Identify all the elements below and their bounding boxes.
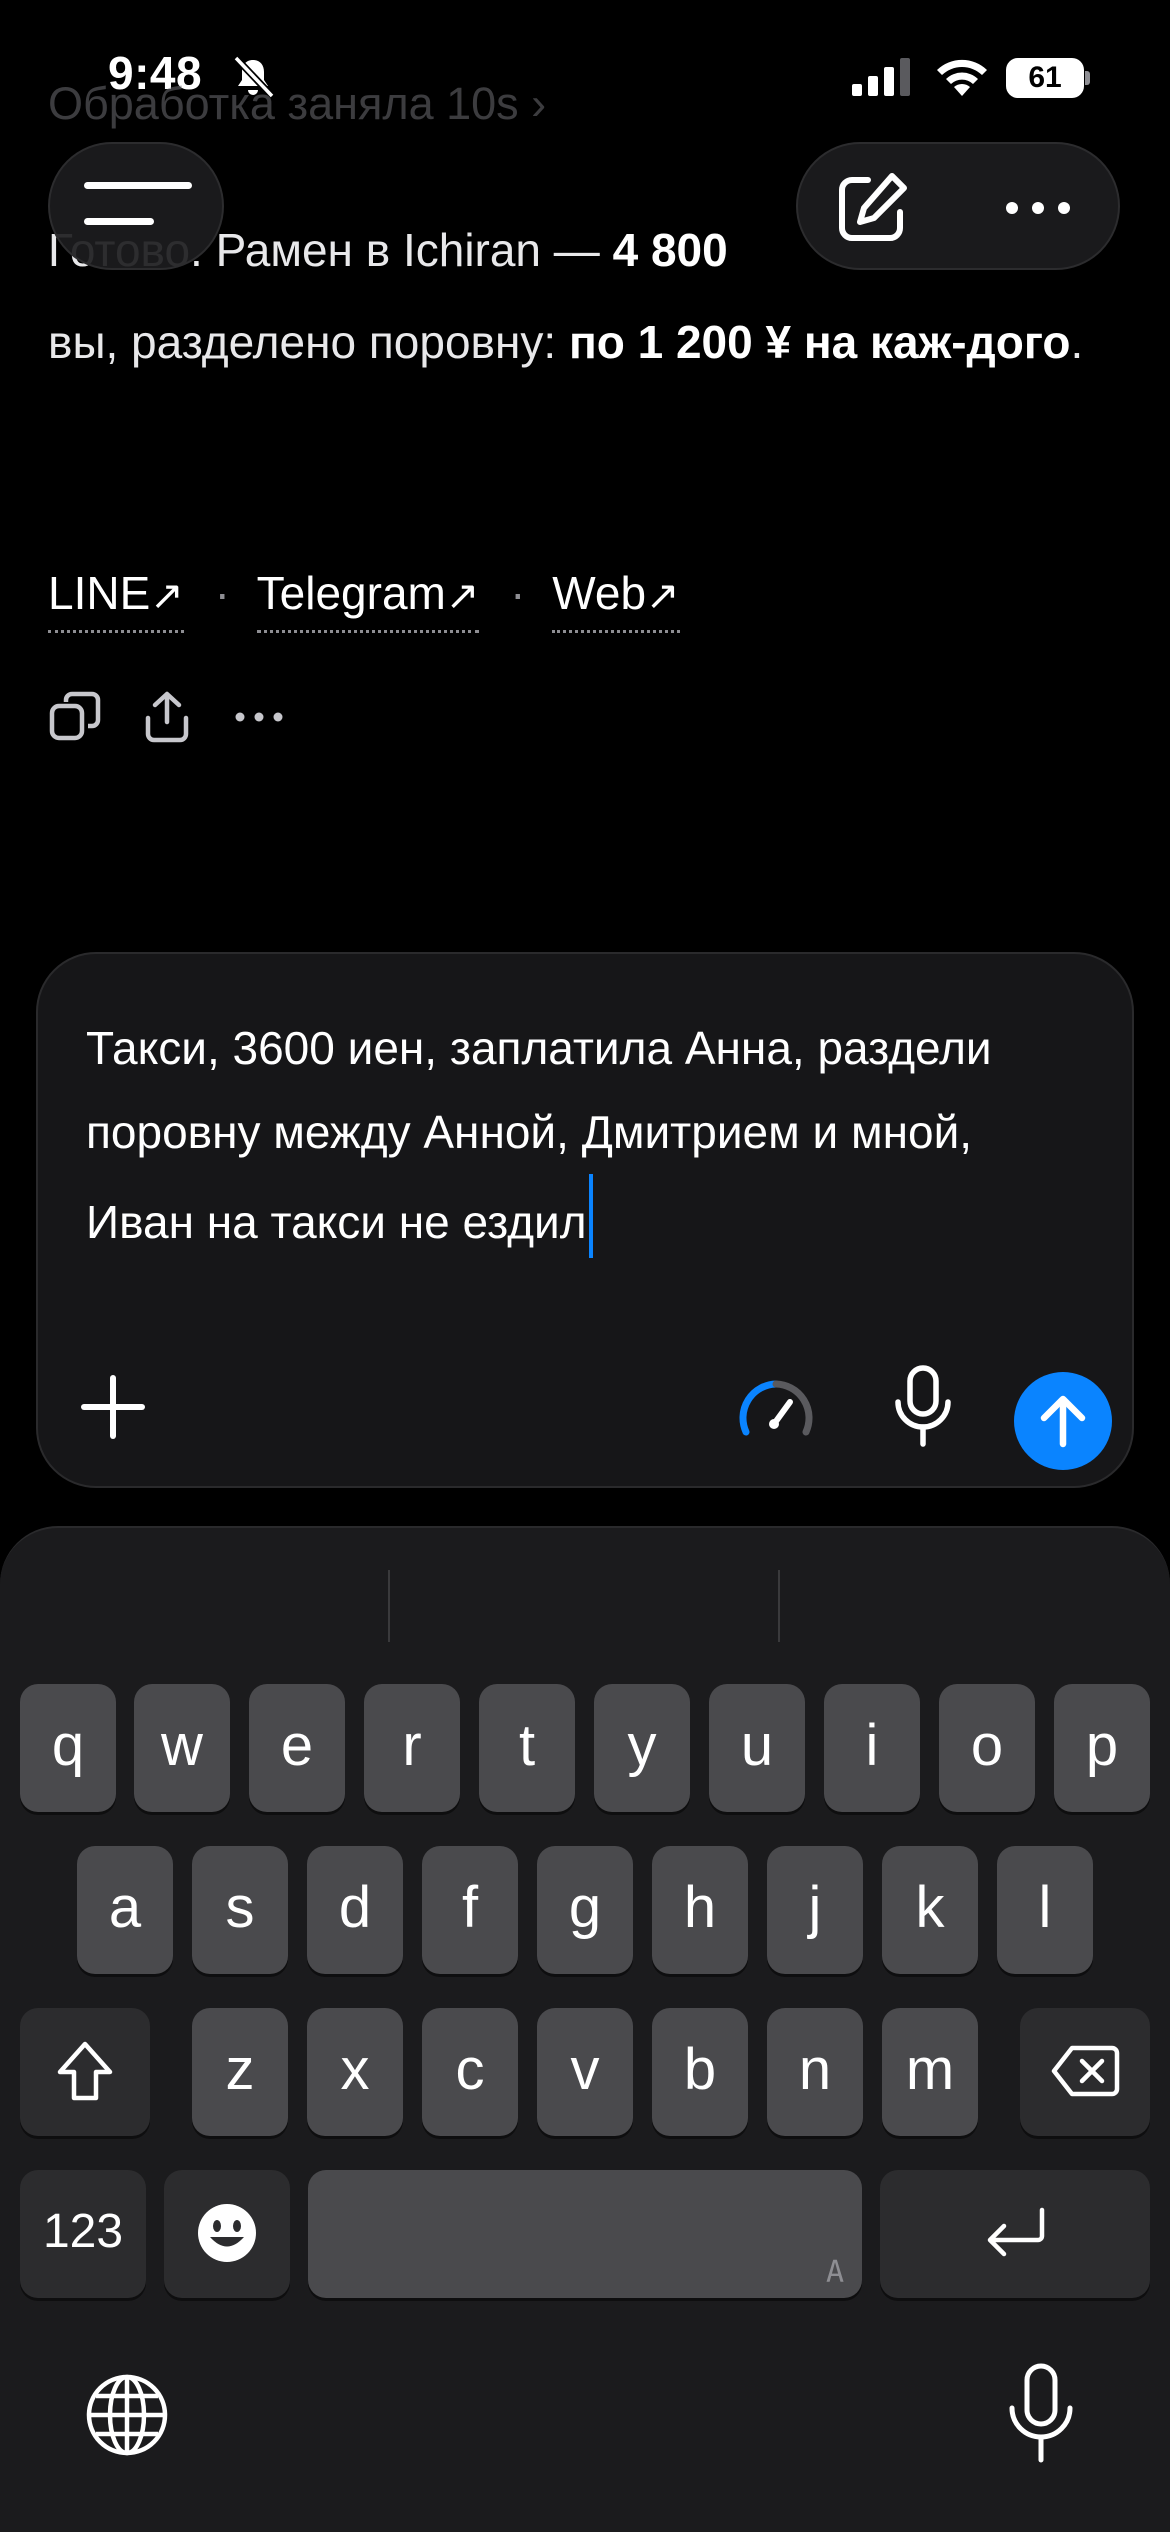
shift-key[interactable] [20,2008,150,2136]
battery-cap [1085,71,1090,85]
hamburger-icon [84,182,192,225]
emoji-key[interactable] [164,2170,290,2298]
text-caret [588,1174,593,1258]
key-c[interactable]: c [422,2008,518,2136]
key-p[interactable]: p [1054,1684,1150,1812]
key-e[interactable]: e [249,1684,345,1812]
key-h[interactable]: h [652,1846,748,1974]
microphone-icon[interactable] [890,1364,956,1448]
key-a[interactable]: a [77,1846,173,1974]
link-separator: · [214,567,230,619]
battery-indicator: 61 [1006,58,1090,98]
emoji-icon [198,2204,256,2262]
key-g[interactable]: g [537,1846,633,1974]
more-options-icon[interactable] [1002,190,1074,226]
arrow-up-icon [1040,1395,1086,1448]
copy-icon[interactable] [48,690,102,744]
key-i[interactable]: i [824,1684,920,1812]
message-composer[interactable]: Такси, 3600 иен, заплатила Анна, раздели… [36,952,1134,1488]
key-m[interactable]: m [882,2008,978,2136]
link-telegram-label: Telegram [256,567,446,619]
key-b[interactable]: b [652,2008,748,2136]
space-language-hint: A [825,2255,844,2290]
shift-icon [57,2041,113,2101]
key-d[interactable]: d [307,1846,403,1974]
key-r[interactable]: r [364,1684,460,1812]
link-web-label: Web [552,567,647,619]
answer-share: по 1 200 ¥ на каж-дого [568,316,1071,368]
key-o[interactable]: o [939,1684,1035,1812]
source-links: LINE↗ · Telegram↗ · Web↗ [48,566,680,633]
signal-icon [852,58,910,96]
external-arrow-icon: ↗ [445,574,480,618]
wifi-icon [937,59,987,96]
key-k[interactable]: k [882,1846,978,1974]
link-line-label: LINE [48,567,151,619]
battery-level: 61 [1006,58,1084,98]
keyboard: q w e r t y u i o p a s d f g h j k l z … [0,1526,1170,2532]
share-icon[interactable] [140,690,194,744]
key-x[interactable]: x [307,2008,403,2136]
composer-text: Такси, 3600 иен, заплатила Анна, раздели… [86,1022,992,1248]
key-l[interactable]: l [997,1846,1093,1974]
new-chat-icon[interactable] [834,170,910,246]
suggestion-divider [388,1570,390,1642]
key-z[interactable]: z [192,2008,288,2136]
key-n[interactable]: n [767,2008,863,2136]
external-arrow-icon: ↗ [150,574,184,618]
backspace-icon [1051,2045,1120,2097]
key-j[interactable]: j [767,1846,863,1974]
more-icon[interactable] [232,690,286,744]
key-q[interactable]: q [20,1684,116,1812]
plus-icon[interactable] [78,1372,148,1442]
answer-end: . [1070,316,1084,368]
return-icon [987,2207,1045,2257]
dictation-microphone-icon[interactable] [1006,2362,1076,2466]
return-key[interactable] [880,2170,1150,2298]
key-u[interactable]: u [709,1684,805,1812]
suggestion-divider [778,1570,780,1642]
key-v[interactable]: v [537,2008,633,2136]
globe-icon[interactable] [84,2372,170,2458]
backspace-key[interactable] [1020,2008,1150,2136]
space-bar[interactable]: A [308,2170,862,2298]
link-line[interactable]: LINE↗ [48,566,184,633]
key-f[interactable]: f [422,1846,518,1974]
key-y[interactable]: y [594,1684,690,1812]
link-separator: · [510,567,526,619]
key-t[interactable]: t [479,1684,575,1812]
answer-middle: вы, разделено поровну: [48,316,569,368]
numbers-key[interactable]: 123 [20,2170,146,2298]
key-s[interactable]: s [192,1846,288,1974]
link-telegram[interactable]: Telegram↗ [256,566,480,633]
link-web[interactable]: Web↗ [552,566,680,633]
top-actions-pill [796,142,1120,270]
speedometer-icon[interactable] [734,1370,818,1442]
composer-input[interactable]: Такси, 3600 иен, заплатила Анна, раздели… [86,1006,1086,1264]
external-arrow-icon: ↗ [646,574,680,618]
key-w[interactable]: w [134,1684,230,1812]
menu-button[interactable] [48,142,224,270]
send-button[interactable] [1014,1372,1112,1470]
processing-time-label[interactable]: Обработка заняла 10s › [48,78,546,130]
answer-amount: 4 800 [612,224,728,276]
